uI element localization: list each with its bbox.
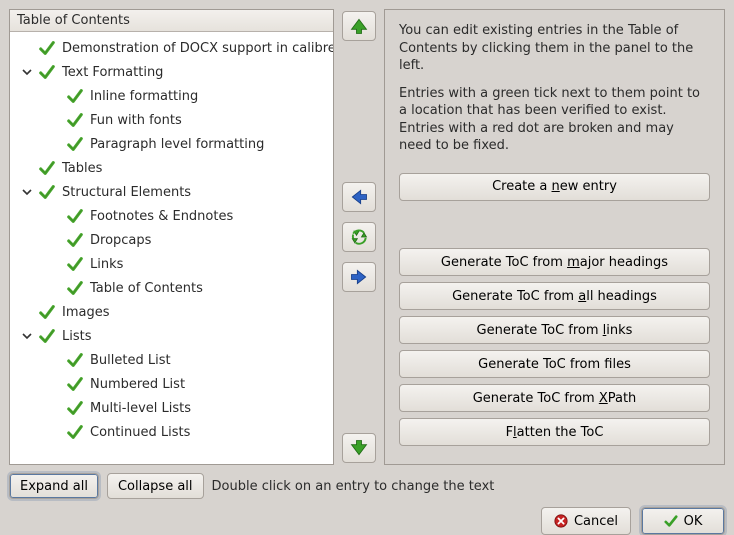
tree-item-label: Images [60,305,110,320]
verified-tick-icon [66,87,84,105]
tree-item-label: Footnotes & Endnotes [88,209,233,224]
toc-tree[interactable]: Table of Contents Demonstration of DOCX … [9,9,334,465]
verified-tick-icon [66,279,84,297]
indent-button[interactable] [342,262,376,292]
tree-item[interactable]: Multi-level Lists [14,396,329,420]
generate-from-xpath-button[interactable]: Generate ToC from XPath [399,384,710,412]
expander-icon [48,353,62,367]
tree-item[interactable]: Numbered List [14,372,329,396]
verified-tick-icon [66,255,84,273]
expander-icon [20,305,34,319]
tree-item-label: Dropcaps [88,233,151,248]
tree-item[interactable]: Demonstration of DOCX support in calibre [14,36,329,60]
refresh-button[interactable] [342,222,376,252]
tree-item[interactable]: Footnotes & Endnotes [14,204,329,228]
tree-item-label: Lists [60,329,92,344]
reorder-column [340,9,378,465]
help-paragraph-1: You can edit existing entries in the Tab… [399,22,710,75]
tree-item-label: Multi-level Lists [88,401,191,416]
expander-icon [48,137,62,151]
tree-item[interactable]: Images [14,300,329,324]
tree-item-label: Numbered List [88,377,185,392]
expander-icon [48,113,62,127]
verified-tick-icon [66,375,84,393]
tree-item[interactable]: Links [14,252,329,276]
down-arrow-icon [349,438,369,458]
tree-item[interactable]: Lists [14,324,329,348]
verified-tick-icon [38,159,56,177]
expand-all-button[interactable]: Expand all [9,473,99,499]
move-down-button[interactable] [342,433,376,463]
verified-tick-icon [66,135,84,153]
expander-icon [48,233,62,247]
verified-tick-icon [66,231,84,249]
tree-item-label: Bulleted List [88,353,171,368]
verified-tick-icon [38,39,56,57]
help-text: You can edit existing entries in the Tab… [399,22,710,165]
tree-item-label: Paragraph level formatting [88,137,264,152]
tree-item[interactable]: Inline formatting [14,84,329,108]
double-click-hint: Double click on an entry to change the t… [212,479,495,494]
generate-from-links-button[interactable]: Generate ToC from links [399,316,710,344]
outdent-button[interactable] [342,182,376,212]
verified-tick-icon [38,63,56,81]
tree-item[interactable]: Dropcaps [14,228,329,252]
tree-item[interactable]: Bulleted List [14,348,329,372]
tree-item-label: Inline formatting [88,89,198,104]
create-entry-button[interactable]: Create a new entry [399,173,710,201]
move-up-button[interactable] [342,11,376,41]
expander-icon [20,161,34,175]
tree-item[interactable]: Fun with fonts [14,108,329,132]
tree-item-label: Fun with fonts [88,113,182,128]
tree-item-label: Text Formatting [60,65,163,80]
tree-item[interactable]: Table of Contents [14,276,329,300]
expander-icon [48,377,62,391]
expander-icon [20,41,34,55]
expander-icon [48,209,62,223]
up-arrow-icon [349,16,369,36]
verified-tick-icon [66,399,84,417]
help-paragraph-2: Entries with a green tick next to them p… [399,85,710,155]
expander-icon [48,281,62,295]
expander-icon[interactable] [20,329,34,343]
tree-header: Table of Contents [10,10,333,32]
tree-item-label: Structural Elements [60,185,191,200]
tree-item-label: Table of Contents [88,281,203,296]
tree-item[interactable]: Structural Elements [14,180,329,204]
cancel-button[interactable]: Cancel [541,507,631,535]
collapse-all-button[interactable]: Collapse all [107,473,204,499]
verified-tick-icon [38,183,56,201]
tree-item[interactable]: Paragraph level formatting [14,132,329,156]
recycle-icon [349,227,369,247]
tree-item[interactable]: Text Formatting [14,60,329,84]
tree-item-label: Tables [60,161,102,176]
expander-icon [48,401,62,415]
expander-icon [48,257,62,271]
verified-tick-icon [66,351,84,369]
right-panel: You can edit existing entries in the Tab… [384,9,725,465]
verified-tick-icon [66,207,84,225]
tree-item-label: Continued Lists [88,425,190,440]
generate-from-files-button[interactable]: Generate ToC from files [399,350,710,378]
ok-button[interactable]: OK [641,507,725,535]
generate-major-headings-button[interactable]: Generate ToC from major headings [399,248,710,276]
tree-item-label: Demonstration of DOCX support in calibre [60,41,334,56]
tree-item[interactable]: Tables [14,156,329,180]
verified-tick-icon [38,303,56,321]
verified-tick-icon [38,327,56,345]
flatten-toc-button[interactable]: Flatten the ToC [399,418,710,446]
tree-item[interactable]: Continued Lists [14,420,329,444]
expander-icon[interactable] [20,185,34,199]
generate-all-headings-button[interactable]: Generate ToC from all headings [399,282,710,310]
right-arrow-icon [349,267,369,287]
expander-icon[interactable] [20,65,34,79]
ok-check-icon [664,514,678,528]
expander-icon [48,425,62,439]
verified-tick-icon [66,111,84,129]
verified-tick-icon [66,423,84,441]
tree-item-label: Links [88,257,123,272]
left-arrow-icon [349,187,369,207]
expander-icon [48,89,62,103]
cancel-icon [554,514,568,528]
